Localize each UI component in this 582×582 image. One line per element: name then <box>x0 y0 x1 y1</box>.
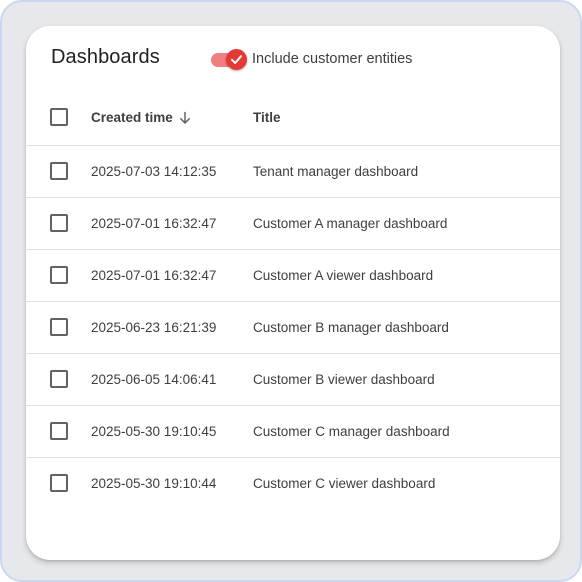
title-column-header[interactable]: Title <box>253 90 560 145</box>
table-header-row: Created time Title <box>26 90 560 145</box>
include-customer-entities-label[interactable]: Include customer entities <box>252 51 412 67</box>
table-row[interactable]: 2025-05-30 19:10:45 Customer C manager d… <box>26 404 560 457</box>
row-select-cell <box>26 248 91 301</box>
table-row[interactable]: 2025-05-30 19:10:44 Customer C viewer da… <box>26 456 560 509</box>
toggle-thumb <box>226 49 247 70</box>
created-time-cell: 2025-06-05 14:06:41 <box>91 352 253 405</box>
row-checkbox[interactable] <box>50 318 68 336</box>
row-select-cell <box>26 404 91 457</box>
row-checkbox[interactable] <box>50 370 68 388</box>
row-select-cell <box>26 352 91 405</box>
created-time-cell: 2025-07-01 16:32:47 <box>91 248 253 301</box>
dashboards-table: Created time Title 2025-07-03 14:12:35 T… <box>26 90 560 509</box>
row-select-cell <box>26 144 91 197</box>
select-all-cell <box>26 90 91 145</box>
table-row[interactable]: 2025-07-03 14:12:35 Tenant manager dashb… <box>26 144 560 197</box>
select-all-checkbox[interactable] <box>50 108 68 127</box>
table-row[interactable]: 2025-06-23 16:21:39 Customer B manager d… <box>26 300 560 353</box>
title-cell: Customer C manager dashboard <box>253 404 560 457</box>
screenshot-frame: Dashboards Include customer entities Cre… <box>0 0 582 582</box>
title-cell: Customer C viewer dashboard <box>253 456 560 509</box>
created-time-column-header[interactable]: Created time <box>91 90 253 145</box>
title-cell: Customer B manager dashboard <box>253 300 560 353</box>
card-header: Dashboards Include customer entities <box>26 26 560 90</box>
dashboards-card: Dashboards Include customer entities Cre… <box>26 26 560 560</box>
created-time-cell: 2025-07-01 16:32:47 <box>91 196 253 249</box>
arrow-down-icon[interactable] <box>179 111 191 125</box>
row-checkbox[interactable] <box>50 162 68 180</box>
title-cell: Customer A manager dashboard <box>253 196 560 249</box>
include-customer-entities-toggle[interactable] <box>211 48 249 70</box>
checkmark-icon <box>231 55 242 64</box>
row-checkbox[interactable] <box>50 422 68 440</box>
row-checkbox[interactable] <box>50 474 68 493</box>
created-time-cell: 2025-07-03 14:12:35 <box>91 144 253 197</box>
row-select-cell <box>26 456 91 509</box>
created-time-header-label: Created time <box>91 109 173 125</box>
row-select-cell <box>26 196 91 249</box>
row-checkbox[interactable] <box>50 266 68 284</box>
table-row[interactable]: 2025-07-01 16:32:47 Customer A viewer da… <box>26 248 560 301</box>
title-cell: Customer A viewer dashboard <box>253 248 560 301</box>
title-cell: Customer B viewer dashboard <box>253 352 560 405</box>
table-row[interactable]: 2025-06-05 14:06:41 Customer B viewer da… <box>26 352 560 405</box>
created-time-cell: 2025-05-30 19:10:44 <box>91 456 253 509</box>
created-time-cell: 2025-06-23 16:21:39 <box>91 300 253 353</box>
created-time-cell: 2025-05-30 19:10:45 <box>91 404 253 457</box>
table-row[interactable]: 2025-07-01 16:32:47 Customer A manager d… <box>26 196 560 249</box>
row-checkbox[interactable] <box>50 214 68 232</box>
page-title: Dashboards <box>51 46 160 68</box>
title-cell: Tenant manager dashboard <box>253 144 560 197</box>
row-select-cell <box>26 300 91 353</box>
title-header-label: Title <box>253 109 281 125</box>
